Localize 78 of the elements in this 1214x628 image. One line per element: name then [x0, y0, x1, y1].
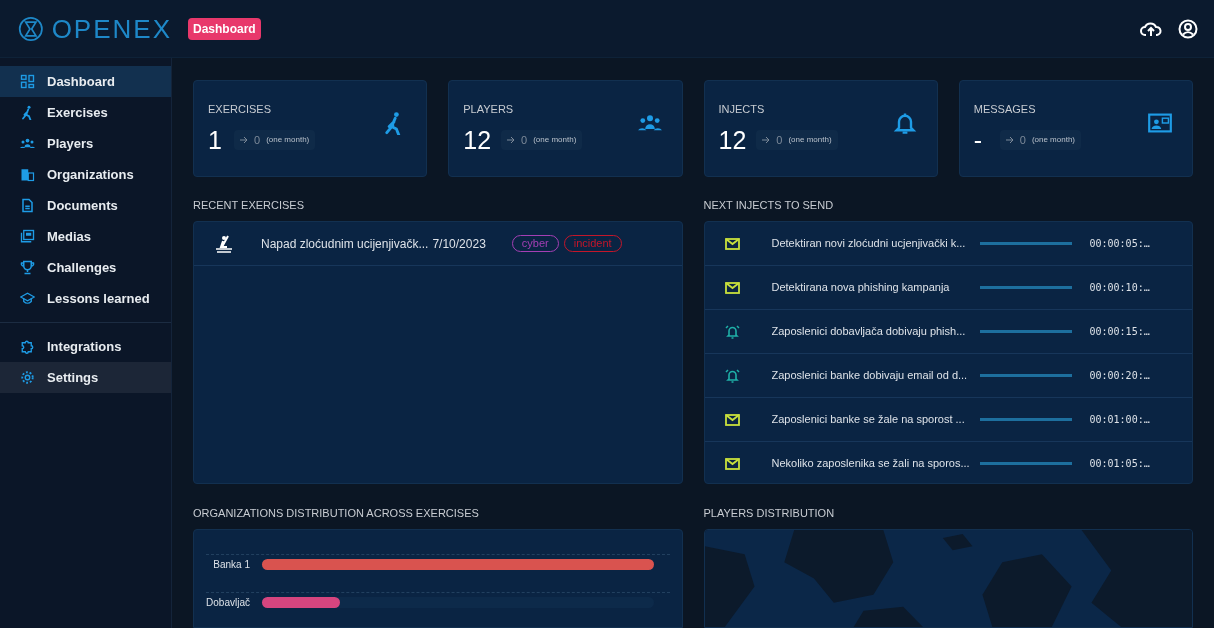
- contact-card-icon: [1148, 111, 1172, 135]
- trend-period: (one month): [533, 134, 577, 146]
- logo-text: OPENEX: [51, 15, 172, 42]
- bell-icon: [892, 111, 917, 135]
- kayak-icon: [214, 233, 234, 254]
- section-title: ORGANIZATIONS DISTRIBUTION ACROSS EXERCISES: [193, 506, 480, 521]
- sidebar-item[interactable]: Medias: [0, 221, 171, 252]
- inject-time: 00:01:00:…: [1089, 413, 1150, 427]
- image-icon: [20, 229, 35, 244]
- inject-title: Nekoliko zaposlenika se žali na sporos...: [771, 456, 971, 472]
- inject-row[interactable]: Zaposlenici banke se žale na sporost ... 00:01:00:…: [704, 398, 1192, 442]
- puzzle-icon: [20, 339, 35, 354]
- section-title: PLAYERS DISTRIBUTION: [703, 506, 836, 521]
- sidebar-item[interactable]: Lessons learned: [0, 283, 171, 314]
- mail-icon: [724, 457, 740, 470]
- inject-time: 00:00:20:…: [1089, 369, 1150, 383]
- mail-icon: [724, 413, 740, 426]
- inject-time: 00:00:10:…: [1089, 281, 1150, 295]
- exercise-date: 7/10/2023: [432, 235, 486, 253]
- sidebar-item[interactable]: Players: [0, 128, 171, 159]
- stat-title: EXERCISES: [208, 102, 271, 117]
- building-icon: [20, 167, 35, 182]
- sidebar-item[interactable]: Documents: [0, 190, 171, 221]
- arrow-right-icon: [507, 136, 516, 144]
- bar-label: Banka 1: [212, 558, 250, 572]
- stat-title: MESSAGES: [973, 102, 1036, 117]
- stat-value: -: [973, 127, 984, 153]
- alarm-bell-icon: [724, 324, 740, 339]
- user-account-icon[interactable]: [1178, 18, 1198, 39]
- sidebar-item[interactable]: Exercises: [0, 97, 171, 128]
- trend-period: (one month): [1031, 134, 1075, 146]
- exercise-row[interactable]: Napad zloćudnim ucijenjivačk... 7/10/2023 cyber incident: [194, 222, 682, 266]
- inject-time: 00:01:05:…: [1089, 457, 1150, 471]
- trend-value: 0: [776, 132, 783, 148]
- inject-title: Zaposlenici banke se žale na sporost ...: [771, 412, 966, 428]
- grid-icon: [20, 74, 35, 89]
- inject-title: Detektirana nova phishing kampanja: [771, 280, 951, 296]
- inject-time: 00:00:15:…: [1089, 325, 1150, 339]
- trend-value: 0: [1019, 132, 1026, 148]
- document-icon: [20, 198, 35, 213]
- alarm-bell-icon: [724, 368, 740, 383]
- trend-period: (one month): [788, 134, 832, 146]
- graduation-cap-icon: [20, 291, 35, 306]
- trend-value: 0: [254, 132, 261, 148]
- mail-icon: [724, 237, 740, 250]
- arrow-right-icon: [1005, 136, 1014, 144]
- sidebar-item[interactable]: Challenges: [0, 252, 171, 283]
- settings-icon: [20, 370, 35, 385]
- sidebar-item[interactable]: Settings: [0, 362, 171, 393]
- arrow-right-icon: [240, 136, 248, 144]
- trend-period: (one month): [266, 134, 310, 146]
- stat-title: PLAYERS: [463, 102, 514, 117]
- section-title: RECENT EXERCISES: [193, 198, 306, 213]
- stat-value: 12: [718, 127, 747, 153]
- exercise-name: Napad zloćudnim ucijenjivačk...: [261, 235, 429, 253]
- page-label: Dashboard: [188, 17, 261, 40]
- inject-time: 00:00:05:…: [1089, 237, 1150, 251]
- inject-row[interactable]: Detektiran novi zloćudni ucjenjivački k... 00:00:05:…: [704, 222, 1192, 266]
- inject-title: Detektiran novi zloćudni ucjenjivački k...: [771, 236, 967, 252]
- inject-row[interactable]: Detektirana nova phishing kampanja 00:00:10:…: [704, 266, 1192, 310]
- inject-row[interactable]: Nekoliko zaposlenika se žali na sporos... 00:01:05:…: [704, 442, 1192, 483]
- mail-icon: [724, 281, 740, 294]
- inject-row[interactable]: Zaposlenici banke dobivaju email od d... 00:00:20:…: [704, 354, 1192, 398]
- bar-label: Dobavljač: [206, 596, 250, 610]
- trend-value: 0: [521, 132, 528, 148]
- section-title: NEXT INJECTS TO SEND: [703, 198, 835, 213]
- trophy-icon: [20, 260, 35, 275]
- inject-row[interactable]: Zaposlenici dobavljača dobivaju phish... 00:00:15:…: [704, 310, 1192, 354]
- group-icon: [20, 136, 35, 151]
- stat-title: INJECTS: [718, 102, 765, 117]
- stat-value: 12: [463, 127, 492, 153]
- sidebar-item[interactable]: Integrations: [0, 331, 171, 362]
- sidebar-item[interactable]: Organizations: [0, 159, 171, 190]
- inject-title: Zaposlenici dobavljača dobivaju phish...: [771, 324, 967, 340]
- stat-value: 1: [208, 127, 223, 153]
- inject-title: Zaposlenici banke dobivaju email od d...: [771, 368, 969, 384]
- arrow-right-icon: [762, 136, 771, 144]
- sidebar-item[interactable]: Dashboard: [0, 66, 171, 97]
